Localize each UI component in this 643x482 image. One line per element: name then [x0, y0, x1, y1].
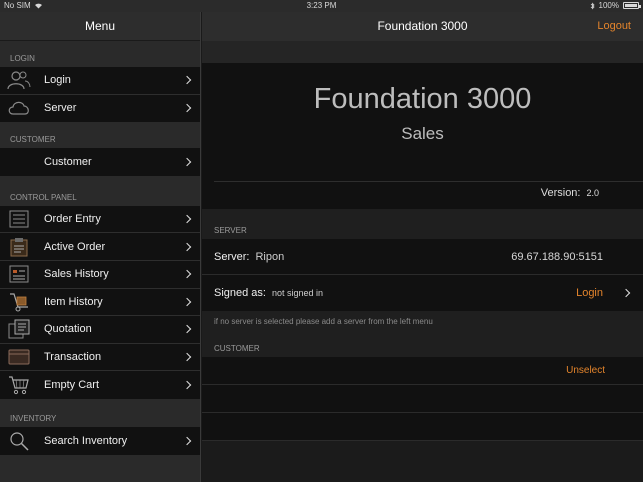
- version-value: 2.0: [586, 188, 599, 198]
- app-subtitle: Sales: [401, 124, 444, 143]
- unselect-button[interactable]: Unselect: [566, 365, 605, 376]
- signed-as-label: Signed as:: [214, 287, 266, 299]
- sidebar-item-label: Transaction: [44, 351, 102, 364]
- clipboard-icon: [6, 236, 32, 258]
- sidebar-item-label: Login: [44, 74, 71, 87]
- quotation-icon: [6, 318, 32, 340]
- server-row[interactable]: Server: Ripon 69.67.188.90:5151: [202, 239, 643, 275]
- main-content: Foundation 3000 Logout Foundation 3000 S…: [202, 12, 643, 482]
- server-footnote: if no server is selected please add a se…: [202, 311, 643, 331]
- hand-truck-icon: [6, 291, 32, 313]
- sidebar-item-active-order[interactable]: Active Order: [0, 233, 200, 261]
- cloud-icon: [6, 97, 32, 119]
- sidebar-item-label: Active Order: [44, 240, 106, 253]
- customer-icon: [6, 151, 32, 173]
- status-bar: No SIM 3:23 PM 100%: [0, 0, 643, 12]
- sidebar-item-sales-history[interactable]: Sales History: [0, 260, 200, 289]
- order-entry-icon: [6, 208, 32, 230]
- sidebar-item-label: Customer: [44, 155, 92, 168]
- sidebar-item-login[interactable]: Login: [0, 67, 200, 95]
- navigation-bar: Foundation 3000 Logout: [202, 12, 643, 41]
- transaction-icon: [6, 346, 32, 368]
- chevron-right-icon: [621, 288, 631, 298]
- bluetooth-icon: [590, 2, 595, 9]
- sidebar-item-label: Quotation: [44, 323, 92, 336]
- section-header-control-panel: CONTROL PANEL: [0, 175, 200, 206]
- battery-percent: 100%: [598, 1, 619, 10]
- app-banner: Foundation 3000 Sales Version: 2.0: [202, 63, 643, 209]
- app-name: Foundation 3000: [313, 83, 532, 115]
- section-header-login: LOGIN: [0, 54, 200, 67]
- sidebar-item-empty-cart[interactable]: Empty Cart: [0, 371, 200, 399]
- section-header-inventory: INVENTORY: [0, 398, 200, 427]
- signed-as-row[interactable]: Signed as: not signed in Login: [202, 275, 643, 311]
- customer-section-header: CUSTOMER: [202, 331, 643, 357]
- sidebar-item-search-inventory[interactable]: Search Inventory: [0, 426, 200, 455]
- sidebar-title: Menu: [0, 12, 200, 41]
- sidebar-item-server[interactable]: Server: [0, 94, 200, 123]
- sidebar-item-label: Sales History: [44, 268, 109, 281]
- sidebar-item-label: Empty Cart: [44, 379, 100, 392]
- sidebar-item-quotation[interactable]: Quotation: [0, 316, 200, 344]
- server-section-header: SERVER: [202, 209, 643, 239]
- sidebar-item-label: Item History: [44, 295, 103, 308]
- clock: 3:23 PM: [306, 1, 337, 10]
- server-label: Server:: [214, 250, 250, 263]
- sidebar-item-label: Order Entry: [44, 213, 101, 226]
- sidebar-item-customer[interactable]: Customer: [0, 148, 200, 176]
- signed-as-value: not signed in: [271, 288, 324, 298]
- customer-row[interactable]: Unselect: [202, 357, 643, 385]
- version-row: Version: 2.0: [541, 187, 599, 199]
- sidebar: Menu LOGIN Login Server CUSTOMER Custome…: [0, 12, 201, 482]
- page-title: Foundation 3000: [377, 19, 468, 33]
- customer-row: [202, 385, 643, 413]
- login-link[interactable]: Login: [576, 287, 603, 299]
- sidebar-item-transaction[interactable]: Transaction: [0, 343, 200, 372]
- sidebar-item-label: Server: [44, 102, 77, 115]
- cart-icon: [6, 374, 32, 396]
- section-header-customer: CUSTOMER: [0, 122, 200, 149]
- users-icon: [6, 69, 32, 91]
- customer-row: [202, 413, 643, 441]
- sidebar-item-label: Search Inventory: [44, 434, 128, 447]
- sales-history-icon: [6, 263, 32, 285]
- logout-button[interactable]: Logout: [597, 12, 631, 41]
- sidebar-item-item-history[interactable]: Item History: [0, 288, 200, 317]
- server-address: 69.67.188.90:5151: [511, 250, 603, 263]
- battery-icon: [623, 2, 641, 9]
- search-icon: [6, 430, 32, 452]
- divider: [214, 181, 643, 182]
- version-label: Version:: [540, 187, 581, 199]
- server-name: Ripon: [255, 250, 285, 263]
- sidebar-item-order-entry[interactable]: Order Entry: [0, 205, 200, 234]
